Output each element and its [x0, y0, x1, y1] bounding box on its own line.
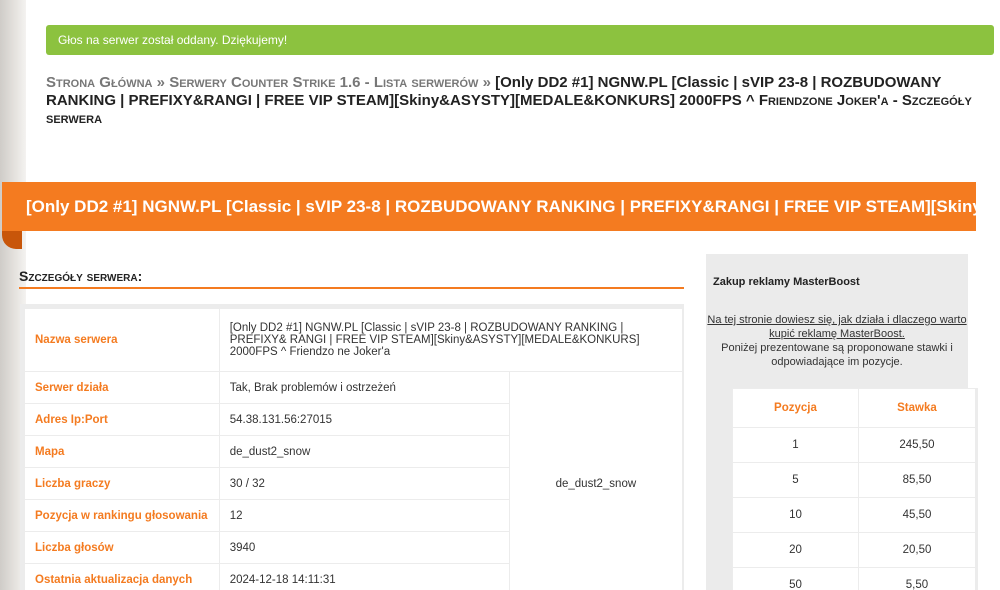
detail-value: 30 / 32 [219, 468, 509, 499]
server-details-panel: Nazwa serwera [Only DD2 #1] NGNW.PL [Cla… [20, 304, 684, 590]
col-bid-header: Stawka [858, 389, 975, 427]
bid-position: 20 [733, 533, 858, 567]
detail-value: 12 [219, 500, 509, 531]
detail-value: 2024-12-18 14:11:31 [219, 564, 509, 590]
bid-position: 50 [733, 568, 858, 590]
breadcrumb-separator: » [156, 74, 166, 91]
bid-amount: 45,50 [858, 498, 975, 532]
detail-label: Serwer działa [25, 372, 219, 403]
sidebar-description: Na tej stronie dowiesz się, jak działa i… [706, 313, 968, 369]
vote-success-alert: Głos na serwer został oddany. Dziękujemy… [46, 25, 994, 55]
bid-position: 10 [733, 498, 858, 532]
detail-value: Tak, Brak problemów i ostrzeżeń [219, 372, 509, 403]
alert-message: Głos na serwer został oddany. Dziękujemy… [58, 33, 288, 47]
detail-label: Ostatnia aktualizacja danych [25, 564, 219, 590]
bid-amount: 245,50 [858, 428, 975, 462]
bids-header-row: Pozycja Stawka [733, 389, 975, 427]
banner-server-title: [Only DD2 #1] NGNW.PL [Classic | sVIP 23… [26, 197, 976, 216]
detail-label: Adres Ip:Port [25, 404, 219, 435]
masterboost-info-link[interactable]: Na tej stronie dowiesz się, jak działa i… [707, 314, 966, 340]
detail-label: Liczba głosów [25, 532, 219, 563]
sidebar-desc-text: Poniżej prezentowane są proponowane staw… [721, 342, 953, 368]
col-position-header: Pozycja [733, 389, 858, 427]
bid-position: 5 [733, 463, 858, 497]
breadcrumb: Strona Główna » Serwery Counter Strike 1… [46, 74, 986, 128]
table-row: Serwer działa Tak, Brak problemów i ostr… [25, 372, 682, 590]
detail-label: Mapa [25, 436, 219, 467]
table-row: Nazwa serwera [Only DD2 #1] NGNW.PL [Cla… [25, 309, 682, 371]
table-row: 10 45,50 [733, 498, 975, 532]
server-name-value: [Only DD2 #1] NGNW.PL [Classic | sVIP 23… [219, 309, 682, 371]
bids-table: Pozycja Stawka 1 245,50 5 85,50 10 45,50… [732, 388, 976, 590]
table-row: 1 245,50 [733, 428, 975, 462]
server-title-banner: [Only DD2 #1] NGNW.PL [Classic | sVIP 23… [2, 182, 976, 231]
table-row: 20 20,50 [733, 533, 975, 567]
detail-value: de_dust2_snow [219, 436, 509, 467]
bid-amount: 20,50 [858, 533, 975, 567]
detail-label: Liczba graczy [25, 468, 219, 499]
detail-label: Pozycja w rankingu głosowania [25, 500, 219, 531]
breadcrumb-separator: » [482, 74, 491, 91]
server-details-table: Nazwa serwera [Only DD2 #1] NGNW.PL [Cla… [24, 308, 683, 590]
breadcrumb-server-list-link[interactable]: Serwery Counter Strike 1.6 - Lista serwe… [169, 74, 478, 91]
breadcrumb-home-link[interactable]: Strona Główna [46, 74, 153, 91]
map-preview: de_dust2_snow [509, 372, 682, 590]
server-name-label: Nazwa serwera [25, 309, 219, 371]
table-row: 50 5,50 [733, 568, 975, 590]
bid-amount: 85,50 [858, 463, 975, 497]
server-details-heading: Szczegóły serwera: [19, 268, 684, 289]
bids-table-panel: Pozycja Stawka 1 245,50 5 85,50 10 45,50… [732, 388, 978, 590]
table-row: 5 85,50 [733, 463, 975, 497]
detail-value: 3940 [219, 532, 509, 563]
sidebar-title: Zakup reklamy MasterBoost [713, 276, 860, 288]
detail-value[interactable]: 54.38.131.56:27015 [219, 404, 509, 435]
bid-amount: 5,50 [858, 568, 975, 590]
bid-position: 1 [733, 428, 858, 462]
